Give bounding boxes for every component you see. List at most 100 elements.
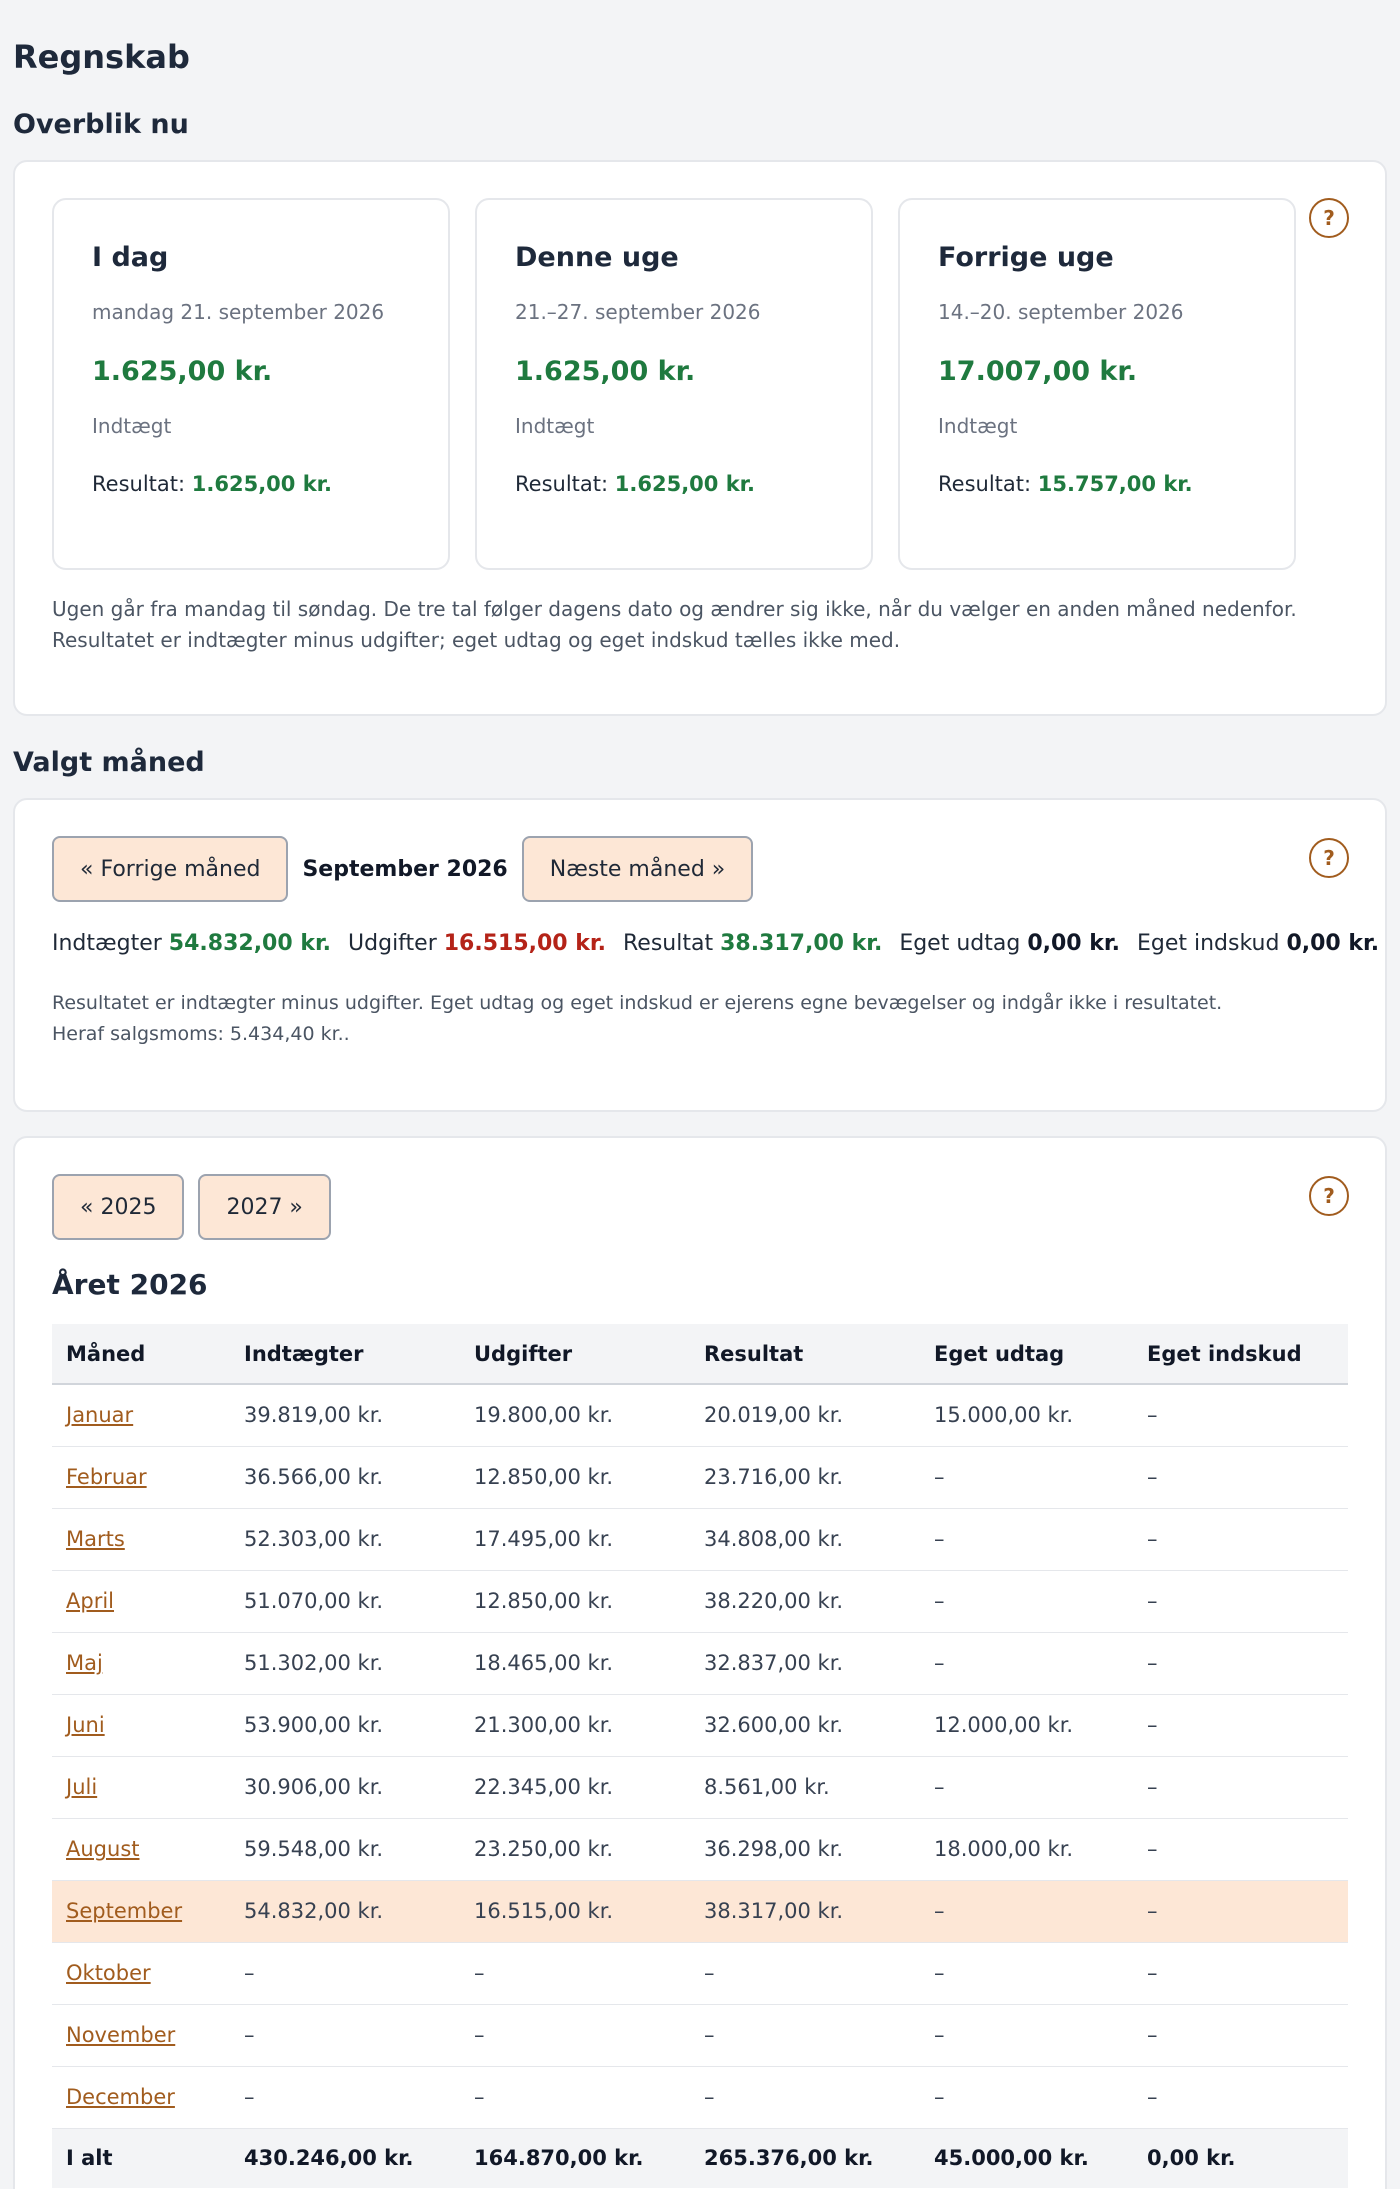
period-date: 21.–27. september 2026 bbox=[515, 300, 761, 324]
table-cell: – bbox=[920, 2004, 1133, 2067]
next-year-button[interactable]: 2027 » bbox=[198, 1174, 331, 1240]
table-row: Oktober – – – – – bbox=[52, 1942, 1348, 2005]
month-link[interactable]: November bbox=[66, 2023, 175, 2047]
table-cell: 20.019,00 kr. bbox=[690, 1384, 920, 1447]
income-value: 54.832,00 kr. bbox=[168, 931, 332, 956]
result-label: Resultat bbox=[622, 931, 714, 956]
table-cell: – bbox=[1133, 1942, 1348, 2005]
table-cell: 59.548,00 kr. bbox=[230, 1818, 460, 1881]
result-label: Resultat: bbox=[92, 472, 186, 496]
table-cell: – bbox=[690, 2066, 920, 2129]
period-amount: 1.625,00 kr. bbox=[92, 356, 273, 387]
table-cell: 12.850,00 kr. bbox=[460, 1570, 690, 1633]
table-cell: 15.000,00 kr. bbox=[920, 1384, 1133, 1447]
table-cell: 8.561,00 kr. bbox=[690, 1756, 920, 1819]
month-link[interactable]: April bbox=[66, 1589, 114, 1613]
month-nav: « Forrige måned September 2026 Næste mån… bbox=[52, 836, 754, 902]
period-card-last-week: Forrige uge 14.–20. september 2026 17.00… bbox=[898, 198, 1296, 570]
page-title: Regnskab bbox=[13, 38, 190, 76]
table-cell: – bbox=[230, 1942, 460, 2005]
prev-month-button[interactable]: « Forrige måned bbox=[52, 836, 289, 902]
month-link[interactable]: August bbox=[66, 1837, 140, 1861]
period-date: 14.–20. september 2026 bbox=[938, 300, 1184, 324]
table-row: August 59.548,00 kr. 23.250,00 kr. 36.298,0… bbox=[52, 1818, 1348, 1881]
table-row: November – – – – – bbox=[52, 2004, 1348, 2067]
month-link[interactable]: Maj bbox=[66, 1651, 103, 1675]
table-cell: – bbox=[1133, 1446, 1348, 1509]
month-link[interactable]: December bbox=[66, 2085, 175, 2109]
month-link[interactable]: Juni bbox=[66, 1713, 105, 1737]
table-header-row: Måned Indtægter Udgifter Resultat Eget u… bbox=[52, 1324, 1348, 1385]
table-cell: 18.465,00 kr. bbox=[460, 1632, 690, 1695]
result-value: 15.757,00 kr. bbox=[1037, 472, 1193, 496]
deposit-value: 0,00 kr. bbox=[1286, 931, 1380, 956]
period-result: Resultat: 1.625,00 kr. bbox=[92, 472, 448, 496]
next-month-button[interactable]: Næste måned » bbox=[521, 836, 754, 902]
month-link[interactable]: Januar bbox=[66, 1403, 133, 1427]
period-card-today: I dag mandag 21. september 2026 1.625,00… bbox=[52, 198, 450, 570]
month-cell: December bbox=[52, 2066, 230, 2129]
year-nav: « 2025 2027 » bbox=[52, 1174, 331, 1240]
month-link[interactable]: Juli bbox=[66, 1775, 97, 1799]
total-cell: 0,00 kr. bbox=[1133, 2128, 1348, 2188]
column-header: Udgifter bbox=[460, 1324, 690, 1385]
table-cell: – bbox=[1133, 1694, 1348, 1757]
help-icon[interactable]: ? bbox=[1309, 1176, 1349, 1216]
period-type: Indtægt bbox=[92, 414, 172, 438]
table-row: September 54.832,00 kr. 16.515,00 kr. 38.31… bbox=[52, 1880, 1348, 1943]
table-cell: – bbox=[920, 1570, 1133, 1633]
column-header: Resultat bbox=[690, 1324, 920, 1385]
table-cell: 19.800,00 kr. bbox=[460, 1384, 690, 1447]
table-cell: 17.495,00 kr. bbox=[460, 1508, 690, 1571]
table-cell: – bbox=[920, 1508, 1133, 1571]
withdrawal-value: 0,00 kr. bbox=[1027, 931, 1120, 956]
table-cell: 51.070,00 kr. bbox=[230, 1570, 460, 1633]
month-cell: Oktober bbox=[52, 1942, 230, 2005]
month-cell: November bbox=[52, 2004, 230, 2067]
table-cell: – bbox=[460, 1942, 690, 2005]
month-link[interactable]: September bbox=[66, 1899, 182, 1923]
column-header: Måned bbox=[52, 1324, 230, 1385]
month-note: Resultatet er indtægter minus udgifter. … bbox=[52, 992, 1223, 1045]
help-icon[interactable]: ? bbox=[1309, 838, 1349, 878]
table-cell: 51.302,00 kr. bbox=[230, 1632, 460, 1695]
period-result: Resultat: 1.625,00 kr. bbox=[515, 472, 871, 496]
prev-year-button[interactable]: « 2025 bbox=[52, 1174, 185, 1240]
table-cell: – bbox=[1133, 1384, 1348, 1447]
period-card-this-week: Denne uge 21.–27. september 2026 1.625,0… bbox=[475, 198, 873, 570]
month-cell: August bbox=[52, 1818, 230, 1881]
table-cell: – bbox=[1133, 1508, 1348, 1571]
table-cell: 52.303,00 kr. bbox=[230, 1508, 460, 1571]
result-label: Resultat: bbox=[515, 472, 609, 496]
help-icon[interactable]: ? bbox=[1309, 198, 1349, 238]
table-cell: 54.832,00 kr. bbox=[230, 1880, 460, 1943]
table-row: Maj 51.302,00 kr. 18.465,00 kr. 32.837,00 k… bbox=[52, 1632, 1348, 1695]
table-cell: 32.837,00 kr. bbox=[690, 1632, 920, 1695]
period-title: I dag bbox=[92, 242, 169, 273]
result-value: 38.317,00 kr. bbox=[720, 931, 883, 956]
total-cell: 265.376,00 kr. bbox=[690, 2128, 920, 2188]
overview-heading: Overblik nu bbox=[13, 109, 189, 140]
table-cell: 36.566,00 kr. bbox=[230, 1446, 460, 1509]
table-cell: 23.250,00 kr. bbox=[460, 1818, 690, 1881]
table-row: December – – – – – bbox=[52, 2066, 1348, 2129]
withdrawal-label: Eget udtag bbox=[899, 931, 1021, 956]
period-title: Denne uge bbox=[515, 242, 679, 273]
table-cell: – bbox=[920, 1446, 1133, 1509]
column-header: Indtægter bbox=[230, 1324, 460, 1385]
current-month-label: September 2026 bbox=[302, 856, 508, 882]
table-cell: 12.850,00 kr. bbox=[460, 1446, 690, 1509]
month-link[interactable]: Marts bbox=[66, 1527, 125, 1551]
period-result: Resultat: 15.757,00 kr. bbox=[938, 472, 1294, 496]
period-amount: 1.625,00 kr. bbox=[515, 356, 696, 387]
table-row: Marts 52.303,00 kr. 17.495,00 kr. 34.808,00… bbox=[52, 1508, 1348, 1571]
period-type: Indtægt bbox=[938, 414, 1018, 438]
table-cell: – bbox=[920, 2066, 1133, 2129]
year-title: Året 2026 bbox=[52, 1268, 208, 1301]
month-link[interactable]: Oktober bbox=[66, 1961, 151, 1985]
table-cell: – bbox=[460, 2066, 690, 2129]
month-link[interactable]: Februar bbox=[66, 1465, 147, 1489]
month-cell: Juni bbox=[52, 1694, 230, 1757]
result-label: Resultat: bbox=[938, 472, 1032, 496]
overview-note: Ugen går fra mandag til søndag. De tre t… bbox=[52, 597, 1297, 652]
